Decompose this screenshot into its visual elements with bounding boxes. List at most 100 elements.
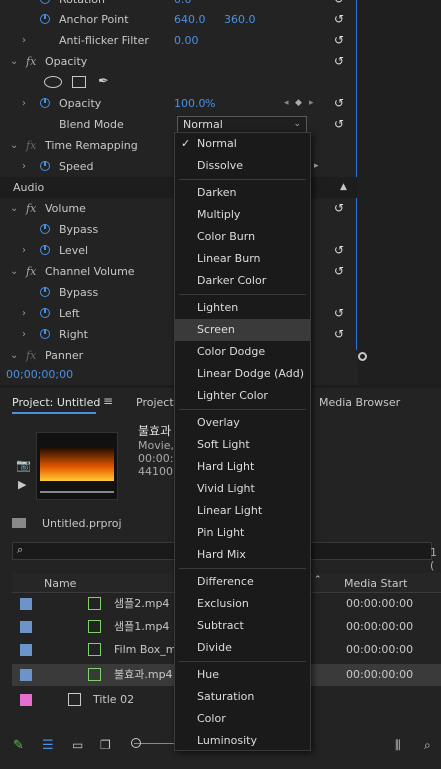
stopwatch-icon[interactable]	[40, 14, 50, 24]
menu-item-color-burn[interactable]: Color Burn	[175, 226, 310, 248]
reset-icon[interactable]: ↺	[334, 93, 344, 114]
menu-item-luminosity[interactable]: Luminosity	[175, 730, 310, 752]
add-keyframe-icon[interactable]: ◆	[295, 93, 302, 114]
menu-item-pin-light[interactable]: Pin Light	[175, 522, 310, 544]
ellipse-mask-icon[interactable]	[44, 76, 62, 88]
label-color-swatch[interactable]	[20, 694, 32, 706]
camera-icon[interactable]: 📷	[16, 458, 31, 472]
chevron-down-icon[interactable]: ⌄	[10, 51, 18, 72]
menu-item-lighten[interactable]: Lighten	[175, 297, 310, 319]
menu-item-multiply[interactable]: Multiply	[175, 204, 310, 226]
menu-item-color-dodge[interactable]: Color Dodge	[175, 341, 310, 363]
fx-icon[interactable]: fx	[26, 198, 36, 219]
stopwatch-icon[interactable]	[40, 329, 50, 339]
menu-item-darker-color[interactable]: Darker Color	[175, 270, 310, 292]
reset-icon[interactable]: ↺	[334, 198, 344, 219]
menu-item-hue[interactable]: Hue	[175, 664, 310, 686]
menu-item-saturation[interactable]: Saturation	[175, 686, 310, 708]
tab-project-untitled[interactable]: Project: Untitled	[12, 396, 100, 409]
reset-icon[interactable]: ↺	[334, 324, 344, 345]
chevron-down-icon[interactable]: ⌄	[10, 261, 18, 282]
tab-project[interactable]: Project:	[136, 396, 177, 409]
chevron-down-icon[interactable]: ⌄	[10, 198, 18, 219]
automate-icon[interactable]: ⫼	[395, 738, 401, 753]
antiflicker-value[interactable]: 0.00	[174, 30, 199, 51]
menu-item-linear-dodge-add[interactable]: Linear Dodge (Add)	[175, 363, 310, 385]
next-keyframe-icon[interactable]: ▸	[309, 93, 314, 114]
chevron-right-icon[interactable]: ›	[22, 30, 26, 51]
chevron-down-icon[interactable]: ⌄	[10, 135, 18, 156]
reset-icon[interactable]: ↺	[334, 261, 344, 282]
reset-icon[interactable]: ↺	[334, 9, 344, 30]
fx-icon[interactable]: fx	[26, 135, 36, 156]
pen-mask-icon[interactable]: ✒	[98, 71, 109, 92]
stopwatch-icon[interactable]	[40, 161, 50, 171]
reset-icon[interactable]: ↺	[334, 51, 344, 72]
menu-item-darken[interactable]: Darken	[175, 182, 310, 204]
menu-item-subtract[interactable]: Subtract	[175, 615, 310, 637]
stopwatch-icon[interactable]	[40, 287, 50, 297]
menu-item-overlay[interactable]: Overlay	[175, 412, 310, 434]
label-color-swatch[interactable]	[20, 669, 32, 681]
sort-up-icon[interactable]: ⌃	[314, 575, 322, 585]
opacity-section-row[interactable]: ⌄ fx Opacity ↺	[0, 51, 358, 72]
opacity-value[interactable]: 100.0	[174, 93, 206, 114]
anchor-y-value[interactable]: 360.0	[224, 9, 256, 30]
zoom-slider-handle[interactable]	[131, 738, 141, 748]
reset-icon[interactable]: ↺	[334, 240, 344, 261]
menu-item-lighter-color[interactable]: Lighter Color	[175, 385, 310, 407]
find-icon[interactable]: ⌕	[424, 738, 431, 753]
chevron-right-icon[interactable]: ›	[22, 240, 26, 261]
collapse-up-icon[interactable]: ▲	[340, 177, 347, 198]
zoom-handle[interactable]	[358, 352, 367, 361]
chevron-right-icon[interactable]: ›	[22, 303, 26, 324]
menu-item-exclusion[interactable]: Exclusion	[175, 593, 310, 615]
label-color-swatch[interactable]	[20, 644, 32, 656]
menu-item-screen[interactable]: Screen	[175, 319, 310, 341]
menu-item-color[interactable]: Color	[175, 708, 310, 730]
stopwatch-icon[interactable]	[40, 98, 50, 108]
menu-item-divide[interactable]: Divide	[175, 637, 310, 659]
stopwatch-icon[interactable]	[40, 0, 50, 4]
menu-item-soft-light[interactable]: Soft Light	[175, 434, 310, 456]
icon-view-icon[interactable]: ▭	[72, 738, 83, 752]
reset-icon[interactable]: ↺	[334, 114, 344, 135]
stopwatch-icon[interactable]	[40, 224, 50, 234]
chevron-right-icon[interactable]: ›	[22, 324, 26, 345]
fx-icon[interactable]: fx	[26, 345, 36, 366]
reset-icon[interactable]: ↺	[334, 303, 344, 324]
blend-mode-dropdown[interactable]: Normal ⌄	[177, 116, 307, 133]
label-color-swatch[interactable]	[20, 598, 32, 610]
menu-item-hard-mix[interactable]: Hard Mix	[175, 544, 310, 566]
timecode[interactable]: 00;00;00;00	[6, 368, 73, 381]
menu-item-difference[interactable]: Difference	[175, 571, 310, 593]
fx-icon[interactable]: fx	[26, 261, 36, 282]
play-icon[interactable]: ▶	[18, 478, 26, 491]
pencil-icon[interactable]: ✎	[13, 738, 24, 753]
label-color-swatch[interactable]	[20, 621, 32, 633]
menu-item-linear-light[interactable]: Linear Light	[175, 500, 310, 522]
freeform-view-icon[interactable]: ❐	[100, 738, 111, 752]
fx-icon[interactable]: fx	[26, 51, 36, 72]
chevron-right-icon[interactable]: ›	[22, 156, 26, 177]
menu-item-hard-light[interactable]: Hard Light	[175, 456, 310, 478]
scrub-bar[interactable]	[40, 491, 114, 493]
chevron-down-icon[interactable]: ⌄	[10, 345, 18, 366]
tab-media-browser[interactable]: Media Browser	[319, 396, 400, 409]
menu-item-dissolve[interactable]: Dissolve	[175, 155, 310, 177]
stopwatch-icon[interactable]	[40, 308, 50, 318]
anchor-x-value[interactable]: 640.0	[174, 9, 206, 30]
menu-item-normal[interactable]: Normal ✓	[175, 133, 310, 155]
reset-icon[interactable]: ↺	[334, 30, 344, 51]
menu-item-vivid-light[interactable]: Vivid Light	[175, 478, 310, 500]
list-view-icon[interactable]: ☰	[42, 738, 54, 753]
stopwatch-icon[interactable]	[40, 245, 50, 255]
menu-item-linear-burn[interactable]: Linear Burn	[175, 248, 310, 270]
rectangle-mask-icon[interactable]	[72, 76, 86, 88]
prev-keyframe-icon[interactable]: ◂	[284, 93, 289, 114]
next-keyframe-icon[interactable]: ▸	[314, 156, 319, 177]
panel-menu-icon[interactable]: ≡	[103, 394, 113, 408]
column-name[interactable]: Name	[44, 577, 76, 590]
column-media-start[interactable]: Media Start	[344, 577, 407, 590]
chevron-right-icon[interactable]: ›	[22, 93, 26, 114]
